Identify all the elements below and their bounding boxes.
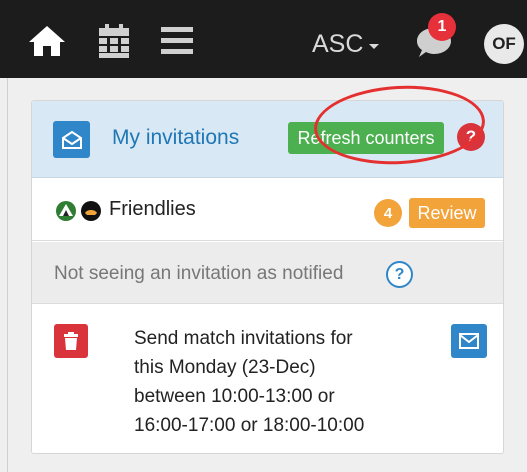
menu-icon[interactable] (161, 27, 193, 55)
home-icon[interactable] (27, 24, 67, 58)
team-logo-icon (81, 201, 101, 221)
divider (7, 78, 8, 472)
team-select-label: ASC (312, 29, 364, 58)
team-logo-icon (56, 201, 76, 221)
chevron-down-icon (369, 43, 380, 49)
invitation-line: this Monday (23-Dec) (134, 357, 316, 378)
envelope-icon (459, 333, 479, 349)
notice-text: Not seeing an invitation as notified (54, 263, 344, 284)
envelope-open-icon (61, 130, 82, 149)
page-title: My invitations (112, 126, 240, 149)
invitations-icon-button[interactable] (53, 121, 90, 158)
calendar-icon[interactable] (99, 24, 129, 58)
invitation-line: Send match invitations for (134, 328, 353, 349)
invitation-count-badge: 4 (374, 199, 402, 227)
delete-button[interactable] (54, 324, 88, 358)
invitation-line: 16:00-17:00 or 18:00-10:00 (134, 415, 365, 436)
review-button[interactable]: Review (409, 198, 485, 228)
notice-row: Not seeing an invitation as notified ? (32, 242, 503, 304)
invitation-request-text: Send match invitations for this Monday (… (134, 324, 434, 440)
list-item-friendlies: Friendlies 4 Review (32, 179, 503, 241)
invitation-request-item: Send match invitations for this Monday (… (32, 305, 503, 453)
trash-icon (64, 332, 78, 350)
avatar[interactable]: OF (484, 24, 524, 64)
notice-help-button[interactable]: ? (386, 261, 413, 288)
notification-count-badge: 1 (428, 13, 456, 41)
top-navbar: ASC 1 OF (0, 0, 527, 78)
invitation-line: between 10:00-13:00 or (134, 386, 335, 407)
send-invitation-button[interactable] (451, 324, 487, 358)
team-select[interactable]: ASC (312, 27, 380, 61)
friendlies-label: Friendlies (109, 198, 196, 220)
